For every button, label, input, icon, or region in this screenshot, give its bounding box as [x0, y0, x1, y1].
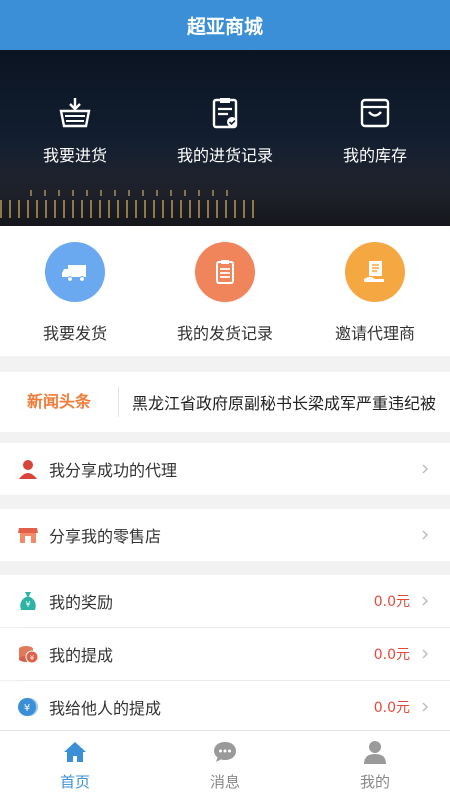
reward-label: 我的奖励 [49, 593, 114, 612]
money-bag-icon: ¥ [17, 590, 39, 612]
hand-document-icon [364, 261, 384, 282]
page-title: 超亚商城 [186, 15, 263, 38]
chat-bubble-icon [214, 742, 236, 762]
shared-agents-row[interactable]: 我分享成功的代理 [0, 443, 450, 495]
svg-text:¥: ¥ [24, 703, 30, 714]
news-tag: 新闻头条 [0, 387, 119, 417]
chevron-right-icon [422, 530, 428, 540]
share-store-row[interactable]: 分享我的零售店 [0, 509, 450, 561]
chevron-right-icon [422, 702, 428, 712]
ship-label: 我要发货 [42, 324, 107, 343]
ship-icon-circle [45, 242, 105, 302]
tab-messages-label: 消息 [209, 773, 240, 791]
city-lights-lower [0, 200, 260, 218]
app-header: 超亚商城 [0, 0, 450, 50]
commission-row[interactable]: ¥ 我的提成 0.0元 [0, 628, 450, 680]
reward-value: 0.0元 [373, 594, 410, 610]
news-headline[interactable]: 黑龙江省政府原副秘书长梁成军严重违纪被 [132, 390, 450, 414]
home-icon [64, 742, 86, 762]
others-commission-label: 我给他人的提成 [49, 699, 162, 718]
others-commission-value: 0.0元 [373, 700, 410, 716]
bottom-tab-bar: 首页 消息 我的 [0, 730, 450, 801]
chevron-right-icon [422, 649, 428, 659]
truck-icon [62, 265, 86, 282]
invite-agent-icon-circle [345, 242, 405, 302]
commission-label: 我的提成 [49, 646, 114, 665]
invite-agent-button[interactable]: 邀请代理商 [300, 242, 450, 344]
chevron-right-icon [422, 464, 428, 474]
shared-agents-label: 我分享成功的代理 [49, 461, 178, 480]
inventory-box-icon [360, 98, 390, 128]
tab-home[interactable]: 首页 [0, 731, 150, 801]
ship-button[interactable]: 我要发货 [0, 242, 150, 344]
clipboard-list-icon [216, 260, 234, 284]
inventory-button[interactable]: 我的库存 [300, 96, 450, 166]
invite-agent-label: 邀请代理商 [334, 324, 415, 343]
inventory-label: 我的库存 [342, 146, 407, 165]
basket-download-icon [59, 98, 91, 128]
clipboard-check-icon [212, 98, 238, 129]
quick-actions: 我要发货 我的发货记录 邀请代理商 [0, 226, 450, 356]
commission-value: 0.0元 [373, 647, 410, 663]
reward-row[interactable]: ¥ 我的奖励 0.0元 [0, 575, 450, 627]
chevron-right-icon [422, 596, 428, 606]
restock-label: 我要进货 [42, 146, 107, 165]
svg-text:¥: ¥ [30, 654, 35, 662]
coin-stack-icon: ¥ [17, 643, 39, 665]
others-commission-row[interactable]: ¥ 我给他人的提成 0.0元 [0, 681, 450, 733]
svg-text:¥: ¥ [25, 600, 30, 609]
shipping-history-button[interactable]: 我的发货记录 [150, 242, 300, 344]
shipping-history-label: 我的发货记录 [176, 324, 273, 343]
tab-profile[interactable]: 我的 [300, 731, 450, 801]
person-icon [17, 458, 39, 480]
restock-button[interactable]: 我要进货 [0, 96, 150, 166]
share-store-label: 分享我的零售店 [49, 527, 162, 546]
restock-history-label: 我的进货记录 [176, 146, 273, 165]
storefront-icon [17, 524, 39, 546]
news-ticker[interactable]: 新闻头条 黑龙江省政府原副秘书长梁成军严重违纪被 [0, 372, 450, 432]
tab-home-label: 首页 [59, 773, 90, 791]
yen-coin-icon: ¥ [17, 696, 39, 718]
shipping-history-icon-circle [195, 242, 255, 302]
city-lights [30, 190, 230, 196]
tab-messages[interactable]: 消息 [150, 731, 300, 801]
tab-profile-label: 我的 [359, 773, 390, 791]
user-icon [364, 741, 386, 764]
hero-banner: 我要进货 我的进货记录 我的库存 [0, 50, 450, 226]
restock-history-button[interactable]: 我的进货记录 [150, 96, 300, 166]
